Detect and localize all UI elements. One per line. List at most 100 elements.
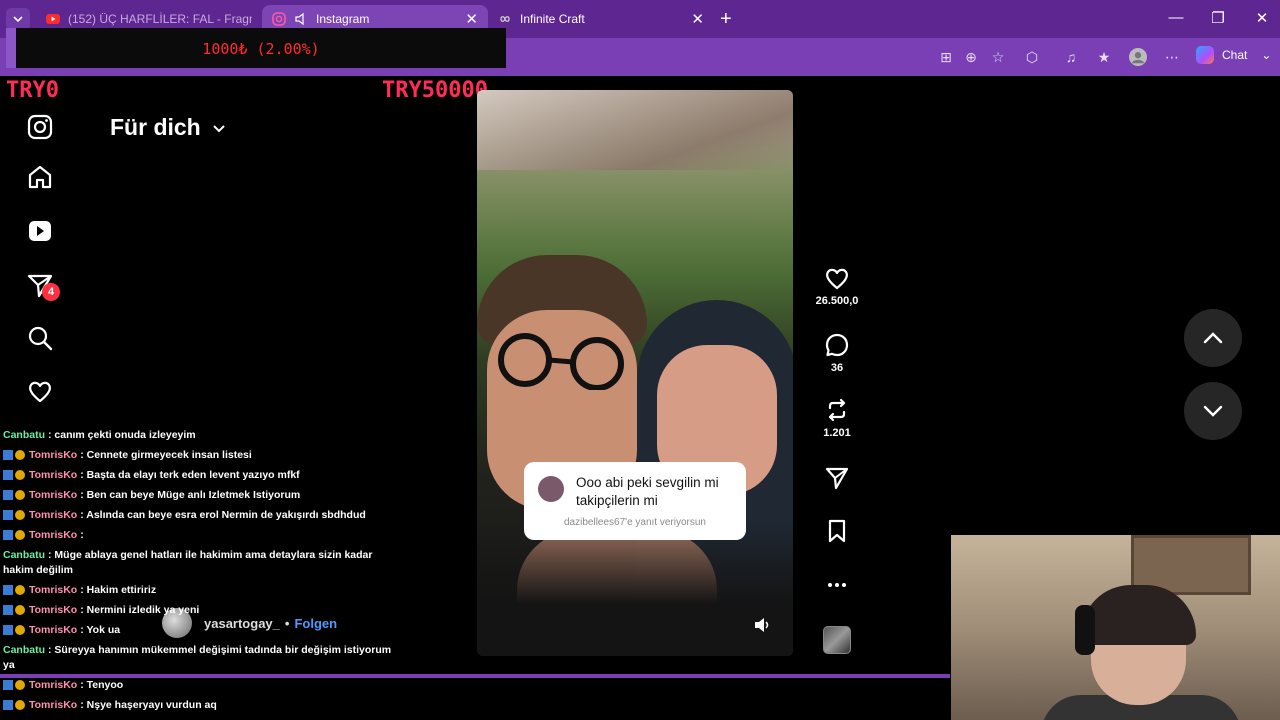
previous-reel-button[interactable] [1184, 309, 1242, 367]
tab-title: (152) ÜÇ HARFLİLER: FAL - Fragm [68, 12, 252, 26]
tab-infinite-craft[interactable]: Infinite Craft ✕ [488, 5, 714, 33]
feed-title: Für dich [110, 114, 201, 140]
maximize-icon[interactable]: ❐ [1208, 9, 1228, 27]
donation-goal-overlay: 1000₺ (2.00%) [6, 28, 506, 68]
video-frame-glasses [498, 333, 624, 390]
chat-text: : Müge ablaya genel hatları ile hakimim … [3, 549, 373, 576]
infinity-icon [500, 16, 510, 22]
profile-icon[interactable] [1129, 48, 1147, 66]
volume-icon[interactable] [752, 615, 772, 635]
audio-thumbnail[interactable] [823, 626, 851, 654]
chat-text: : Ben can beye Müge anlı Izletmek Istiyo… [80, 489, 301, 501]
chat-username: TomrisKo [29, 529, 78, 541]
tab-title: Instagram [316, 12, 370, 26]
chat-message: TomrisKo: [3, 528, 393, 543]
user-badges-icon [3, 510, 25, 520]
tab-actions-menu[interactable] [6, 8, 30, 30]
heart-icon [826, 268, 848, 290]
minimize-icon[interactable]: — [1166, 9, 1186, 26]
chat-message: TomrisKo: Cennete girmeyecek insan liste… [3, 448, 393, 463]
app-available-icon[interactable]: ⊞ [937, 48, 955, 66]
save-action[interactable] [815, 518, 859, 544]
repost-count: 1.201 [823, 427, 851, 439]
user-badges-icon [3, 470, 25, 480]
tab-title: Infinite Craft [520, 12, 585, 26]
chat-username: TomrisKo [29, 584, 78, 596]
chat-message: TomrisKo: Nermini izledik ya yeni [3, 603, 393, 618]
user-badges-icon [3, 605, 25, 615]
search-icon[interactable] [26, 324, 54, 352]
chevron-down-icon [213, 124, 225, 132]
zoom-icon[interactable]: ⊕ [962, 48, 980, 66]
chat-message: TomrisKo: Ben can beye Müge anlı Izletme… [3, 488, 393, 503]
reels-icon[interactable] [26, 217, 54, 245]
copilot-chat-button[interactable]: Chat ⌄ [1196, 46, 1271, 64]
overlay-try-left: TRY0 [6, 78, 59, 103]
comment-text: Ooo abi peki sevgilin mi takipçilerin mi [576, 475, 719, 508]
home-icon[interactable] [26, 163, 54, 191]
extensions-icon[interactable]: ⬡ [1023, 48, 1041, 66]
overlay-divider [0, 674, 950, 678]
chat-username: TomrisKo [29, 679, 78, 691]
comment-action[interactable]: 36 [815, 332, 859, 374]
new-tab-button[interactable]: + [720, 8, 732, 31]
chat-text: : Aslında can beye esra erol Nermin de y… [80, 509, 366, 521]
chat-message: TomrisKo: Tenyoo [3, 678, 393, 693]
share-action[interactable] [815, 465, 859, 491]
chat-message: Canbatu: Müge ablaya genel hatları ile h… [3, 548, 393, 578]
webcam-feed [951, 535, 1280, 720]
avatar [538, 476, 564, 502]
favorite-star-icon[interactable]: ☆ [989, 48, 1007, 66]
chat-text: : Hakim ettiririz [80, 584, 157, 596]
chevron-down-icon [1203, 405, 1223, 417]
close-window-icon[interactable]: ✕ [1252, 9, 1272, 27]
bookmark-icon [828, 519, 846, 543]
headset [1075, 605, 1095, 655]
more-options-action[interactable] [815, 572, 859, 598]
chevron-up-icon [1203, 332, 1223, 344]
heart-icon[interactable] [26, 377, 54, 405]
chat-text: : Nermini izledik ya yeni [80, 604, 200, 616]
comment-icon [825, 333, 849, 357]
repost-action[interactable]: 1.201 [815, 397, 859, 439]
reel-video[interactable] [477, 90, 793, 656]
next-reel-button[interactable] [1184, 382, 1242, 440]
user-badges-icon [3, 625, 25, 635]
chat-message: TomrisKo: Hakim ettiririz [3, 583, 393, 598]
chat-text: : Yok ua [80, 624, 121, 636]
chat-username: Canbatu [3, 644, 45, 656]
send-icon [825, 467, 849, 490]
chat-message: TomrisKo: Yok ua [3, 623, 393, 638]
chat-text: : [80, 529, 84, 541]
chat-text: : Başta da elayı terk eden levent yazıyo… [80, 469, 300, 481]
close-tab-icon[interactable]: ✕ [465, 10, 478, 28]
close-tab-icon[interactable]: ✕ [691, 10, 704, 28]
chat-username: TomrisKo [29, 489, 78, 501]
chat-message: TomrisKo: Başta da elayı terk eden leven… [3, 468, 393, 483]
chat-text: : Tenyoo [80, 679, 124, 691]
chat-username: TomrisKo [29, 469, 78, 481]
chat-message: TomrisKo: Aslında can beye esra erol Ner… [3, 508, 393, 523]
repost-icon [828, 398, 846, 422]
user-badges-icon [3, 490, 25, 500]
user-badges-icon [3, 530, 25, 540]
user-badges-icon [3, 450, 25, 460]
chevron-down-icon[interactable]: ⌄ [1261, 48, 1271, 62]
chat-username: TomrisKo [29, 509, 78, 521]
chat-text: : Süreyya hanımın mükemmel değişimi tadı… [3, 644, 392, 671]
like-count: 26.500,0 [815, 295, 859, 307]
chat-username: TomrisKo [29, 624, 78, 636]
favorites-icon[interactable]: ★ [1095, 48, 1113, 66]
more-menu-icon[interactable]: ⋯ [1163, 48, 1181, 66]
user-badges-icon [3, 585, 25, 595]
media-control-icon[interactable]: ♫ [1062, 48, 1080, 66]
feed-selector[interactable]: Für dich [110, 114, 227, 141]
copilot-icon [1196, 46, 1214, 64]
chat-text: : Cennete girmeyecek insan listesi [80, 449, 252, 461]
like-action[interactable]: 26.500,0 [815, 265, 859, 307]
instagram-logo-icon[interactable] [26, 113, 54, 141]
speaker-icon[interactable] [294, 12, 308, 26]
chat-username: TomrisKo [29, 604, 78, 616]
chat-text: : canım çekti onuda izleyeyim [48, 429, 196, 441]
chat-username: TomrisKo [29, 699, 78, 711]
